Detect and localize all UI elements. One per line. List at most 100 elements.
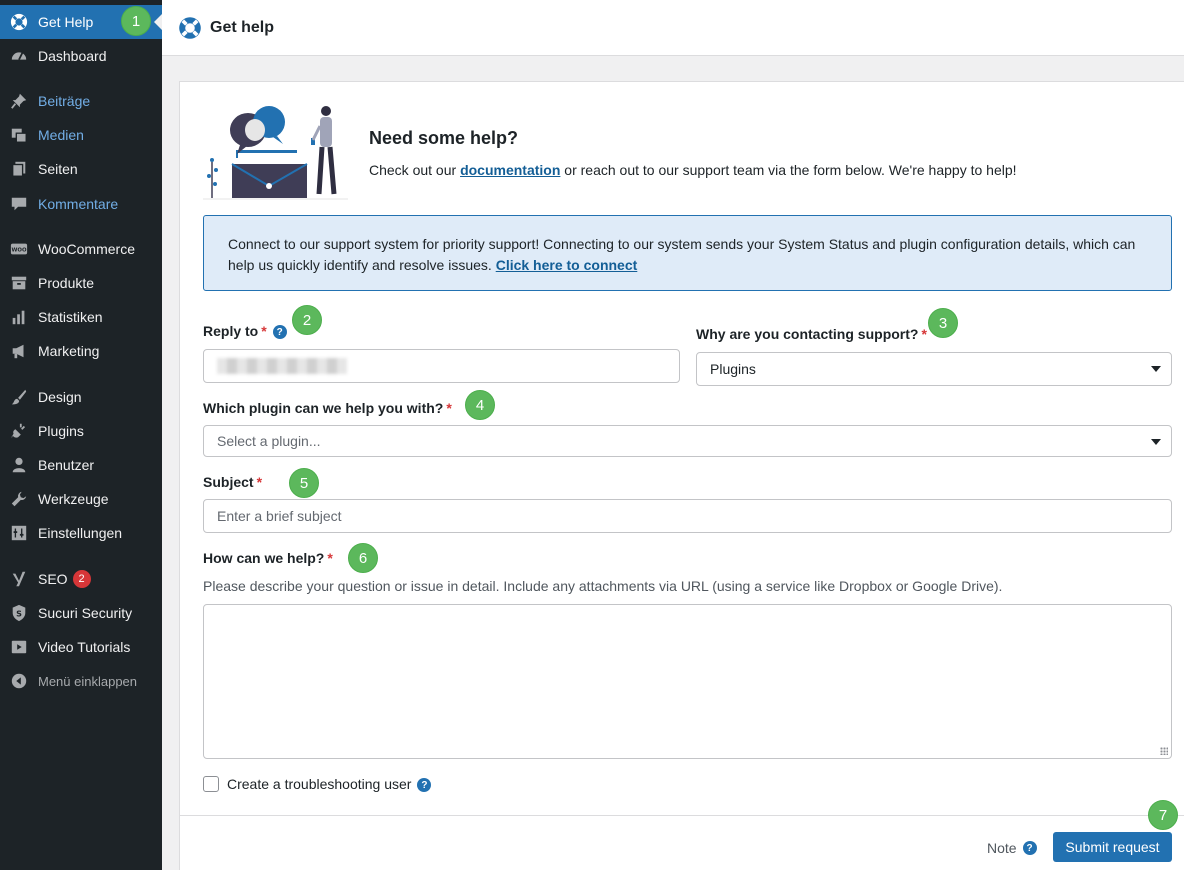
troubleshoot-checkbox[interactable]	[203, 776, 219, 792]
sidebar-item-label: Get Help	[38, 14, 94, 30]
plug-icon	[9, 421, 29, 441]
submit-request-button[interactable]: Submit request	[1053, 832, 1172, 862]
help-icon[interactable]: ?	[272, 325, 287, 340]
resize-handle-icon[interactable]	[1160, 747, 1168, 755]
sidebar-item-medien[interactable]: Medien	[0, 118, 162, 152]
sidebar-item-woocommerce[interactable]: WOO WooCommerce	[0, 232, 162, 266]
sidebar-item-produkte[interactable]: Produkte	[0, 266, 162, 300]
step-marker-5: 5	[289, 468, 319, 498]
sidebar-item-design[interactable]: Design	[0, 380, 162, 414]
sidebar-item-dashboard[interactable]: Dashboard	[0, 39, 162, 73]
reply-to-label: Reply to *?	[203, 323, 287, 340]
reason-select[interactable]: Plugins	[696, 352, 1172, 386]
connect-link[interactable]: Click here to connect	[496, 257, 638, 273]
media-icon	[9, 125, 29, 145]
sidebar-item-label: Kommentare	[38, 196, 119, 212]
subject-label: Subject *	[203, 474, 262, 490]
support-illustration	[203, 106, 348, 200]
note-label: Note?	[987, 840, 1037, 856]
svg-text:S: S	[16, 609, 22, 619]
required-marker: *	[446, 400, 452, 416]
reply-to-input[interactable]	[203, 349, 680, 383]
plugin-select[interactable]: Select a plugin...	[203, 425, 1172, 457]
notice-text: Connect to our support system for priori…	[228, 236, 1136, 273]
sidebar-item-label: Benutzer	[38, 457, 95, 473]
sidebar-item-beitraege[interactable]: Beiträge	[0, 84, 162, 118]
pages-icon	[9, 159, 29, 179]
sidebar-item-plugins[interactable]: Plugins	[0, 414, 162, 448]
sidebar-item-label: Video Tutorials	[38, 639, 131, 655]
sidebar-item-marketing[interactable]: Marketing	[0, 334, 162, 368]
sidebar-item-label: Plugins	[38, 423, 84, 439]
message-label-text: How can we help?	[203, 550, 325, 566]
intro-text: Check out our documentation or reach out…	[369, 162, 1017, 178]
intro-title: Need some help?	[369, 128, 519, 148]
reason-select-value: Plugins	[710, 361, 756, 377]
sidebar-item-video-tutorials[interactable]: Video Tutorials	[0, 630, 162, 664]
sidebar-item-label: Dashboard	[38, 48, 107, 64]
note-text: Note	[987, 840, 1017, 856]
plugin-label: Which plugin can we help you with? *	[203, 400, 452, 416]
sidebar-item-label: Design	[38, 389, 82, 405]
sidebar-item-label: Sucuri Security	[38, 605, 133, 621]
troubleshoot-label-text: Create a troubleshooting user	[227, 776, 412, 792]
sidebar-item-sucuri-security[interactable]: S Sucuri Security	[0, 596, 162, 630]
message-description: Please describe your question or issue i…	[203, 578, 1003, 594]
plugin-label-text: Which plugin can we help you with?	[203, 400, 444, 416]
archive-icon	[9, 273, 29, 293]
reply-to-label-text: Reply to	[203, 323, 259, 339]
step-marker-3: 3	[928, 308, 958, 338]
sidebar-item-seo[interactable]: SEO 2	[0, 562, 162, 596]
sidebar-item-label: SEO	[38, 571, 68, 587]
lifebuoy-icon	[9, 12, 29, 32]
help-icon[interactable]: ?	[1022, 841, 1037, 855]
brush-icon	[9, 387, 29, 407]
sidebar-item-label: Einstellungen	[38, 525, 123, 541]
sidebar-item-label: Medien	[38, 127, 84, 143]
sidebar-item-label: Werkzeuge	[38, 491, 109, 507]
subject-input[interactable]: Enter a brief subject	[203, 499, 1172, 533]
dropdown-arrow-icon	[1151, 439, 1161, 445]
sidebar-item-label: Statistiken	[38, 309, 103, 325]
sidebar-item-label: Beiträge	[38, 93, 91, 109]
step-marker-6: 6	[348, 543, 378, 573]
help-icon[interactable]: ?	[417, 778, 432, 793]
wrench-icon	[9, 489, 29, 509]
woo-icon: WOO	[9, 239, 29, 259]
settings-icon	[9, 523, 29, 543]
dashboard-icon	[9, 46, 29, 66]
notification-badge: 2	[72, 570, 91, 588]
sidebar-collapse-menu[interactable]: Menü einklappen	[0, 664, 162, 698]
sidebar-item-label: Produkte	[38, 275, 95, 291]
shield-icon: S	[9, 603, 29, 623]
reason-label-text: Why are you contacting support?	[696, 326, 919, 342]
subject-input-placeholder: Enter a brief subject	[217, 508, 342, 524]
redacted-email	[217, 358, 347, 374]
megaphone-icon	[9, 341, 29, 361]
intro-text-after: or reach out to our support team via the…	[560, 162, 1017, 178]
troubleshoot-label: Create a troubleshooting user?	[227, 776, 432, 793]
sidebar-item-kommentare[interactable]: Kommentare	[0, 187, 162, 221]
sidebar-item-statistiken[interactable]: Statistiken	[0, 300, 162, 334]
required-marker: *	[327, 550, 333, 566]
collapse-icon	[9, 671, 29, 691]
comment-icon	[9, 194, 29, 214]
sidebar-item-label: Menü einklappen	[38, 673, 138, 689]
sidebar-item-werkzeuge[interactable]: Werkzeuge	[0, 482, 162, 516]
sidebar-item-benutzer[interactable]: Benutzer	[0, 448, 162, 482]
sidebar-item-einstellungen[interactable]: Einstellungen	[0, 516, 162, 550]
required-marker: *	[256, 474, 263, 490]
documentation-link[interactable]: documentation	[460, 162, 560, 178]
sidebar-item-label: WooCommerce	[38, 241, 135, 257]
connect-notice: Connect to our support system for priori…	[203, 215, 1172, 291]
step-marker-4: 4	[465, 390, 495, 420]
yoast-icon	[9, 569, 29, 589]
message-textarea[interactable]	[203, 604, 1172, 759]
sidebar-item-seiten[interactable]: Seiten	[0, 152, 162, 186]
sidebar-item-label: Marketing	[38, 343, 100, 359]
sidebar-item-label: Seiten	[38, 161, 78, 177]
woo-glyph: WOO	[11, 248, 26, 254]
dropdown-arrow-icon	[1151, 366, 1161, 372]
step-marker-2: 2	[292, 305, 322, 335]
page-header: Get help	[162, 0, 1184, 56]
